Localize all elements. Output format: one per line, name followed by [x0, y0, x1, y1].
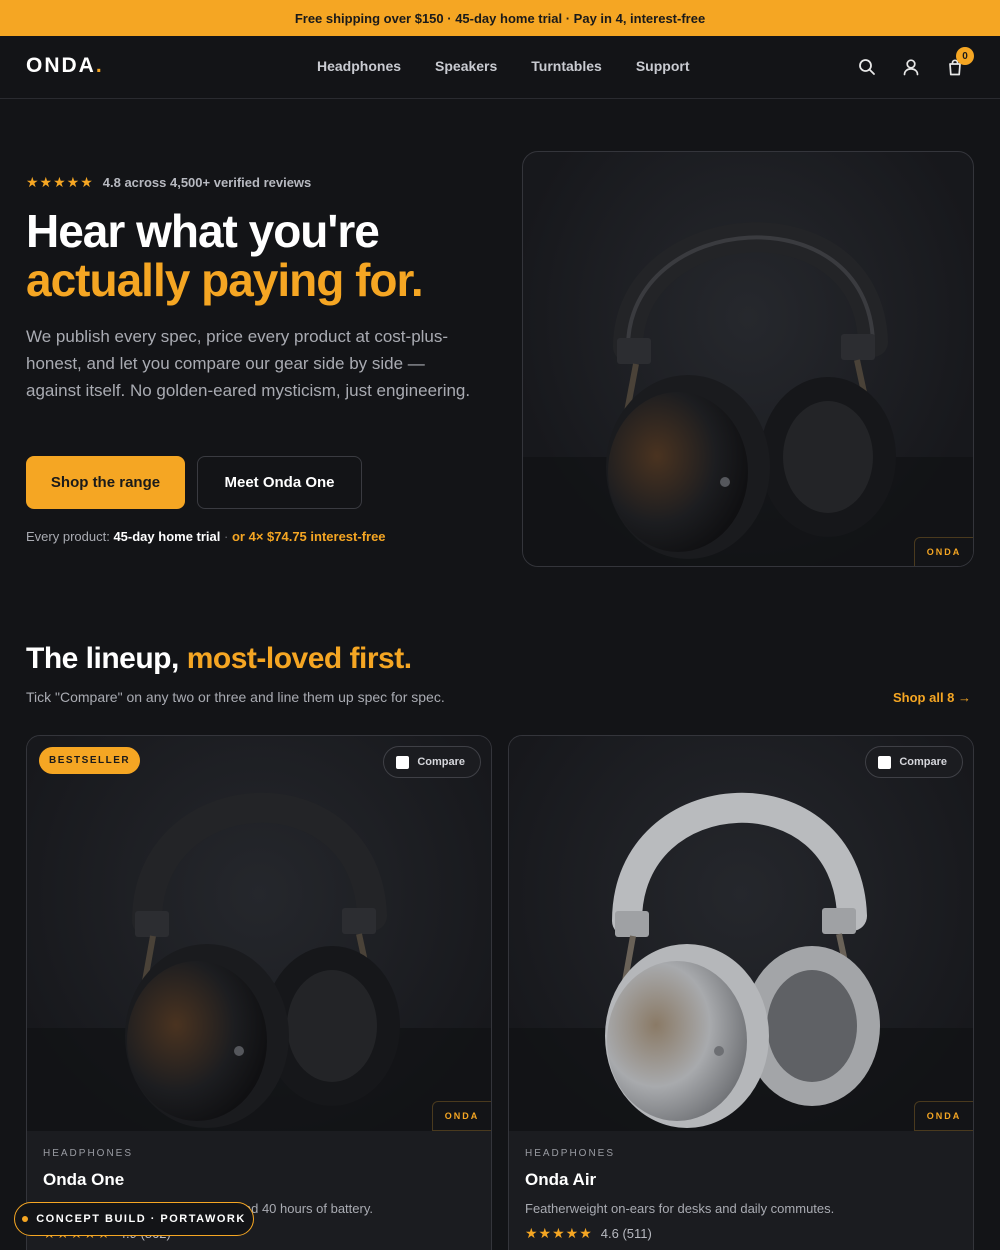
- nav-links: Headphones Speakers Turntables Support: [317, 58, 689, 74]
- concept-dot-icon: [22, 1216, 29, 1222]
- nav-link-speakers[interactable]: Speakers: [435, 58, 497, 74]
- promo-bar: Free shipping over $150 · 45-day home tr…: [0, 0, 1000, 36]
- pay-in-4-text[interactable]: or 4× $74.75 interest-free: [232, 529, 386, 544]
- product-card[interactable]: Compare ONDA HEADPHONES Onda Air Feather…: [508, 735, 974, 1250]
- compare-label: Compare: [417, 756, 465, 768]
- product-image: [27, 736, 491, 1131]
- product-card-tag: ONDA: [432, 1101, 491, 1131]
- product-category: HEADPHONES: [43, 1148, 134, 1159]
- product-description: Featherweight on-ears for desks and dail…: [525, 1201, 835, 1216]
- concept-build-badge[interactable]: CONCEPT BUILD · PORTAWORK: [14, 1202, 254, 1236]
- promo-text: Free shipping over $150 · 45-day home tr…: [294, 10, 706, 26]
- star-rating-icon: ★★★★★: [525, 1225, 593, 1241]
- lineup-subtitle: Tick "Compare" on any two or three and l…: [26, 689, 445, 705]
- product-rating-text: 4.6 (511): [600, 1226, 652, 1241]
- hero-title-line1: Hear what you're: [26, 205, 380, 257]
- compare-toggle[interactable]: Compare: [383, 746, 481, 778]
- brand-logo[interactable]: ONDA.: [26, 54, 104, 78]
- compare-toggle[interactable]: Compare: [865, 746, 963, 778]
- star-rating-icon: ★★★★★: [26, 174, 94, 190]
- lineup-title: The lineup, most-loved first.: [26, 642, 412, 676]
- trial-prefix: Every product:: [26, 529, 110, 544]
- product-card[interactable]: BESTSELLER Compare ONDA HEADPHONES Onda …: [26, 735, 492, 1250]
- trial-info: Every product: 45-day home trial · or 4×…: [26, 529, 386, 544]
- hero-card-tag: ONDA: [914, 537, 973, 566]
- hero-rating: ★★★★★ 4.8 across 4,500+ verified reviews: [26, 174, 311, 191]
- headphones-image: [523, 222, 973, 566]
- lineup-title-main: The lineup,: [26, 642, 179, 675]
- product-rating: ★★★★★ 4.6 (511): [525, 1225, 652, 1242]
- product-name[interactable]: Onda Air: [525, 1170, 596, 1190]
- headphones-image: [27, 792, 491, 1131]
- brand-name: ONDA: [26, 54, 96, 77]
- hero-title-line2: actually paying for.: [26, 254, 424, 306]
- brand-dot: .: [95, 54, 104, 77]
- product-category: HEADPHONES: [525, 1148, 616, 1159]
- product-name[interactable]: Onda One: [43, 1170, 124, 1190]
- meet-onda-one-button[interactable]: Meet Onda One: [197, 456, 362, 509]
- headphones-image: [509, 792, 973, 1131]
- hero-description: We publish every spec, price every produ…: [26, 327, 471, 400]
- nav-link-turntables[interactable]: Turntables: [531, 58, 602, 74]
- shop-range-button[interactable]: Shop the range: [26, 456, 185, 509]
- concept-build-text: CONCEPT BUILD · PORTAWORK: [36, 1213, 246, 1225]
- lineup-title-accent: most-loved first.: [186, 642, 412, 675]
- hero-rating-text: 4.8 across 4,500+ verified reviews: [102, 175, 312, 190]
- product-image: [509, 736, 973, 1131]
- compare-checkbox[interactable]: [396, 755, 410, 769]
- trial-separator: ·: [224, 529, 229, 544]
- nav-link-support[interactable]: Support: [636, 58, 690, 74]
- shop-all-link[interactable]: Shop all 8 →: [893, 690, 971, 705]
- hero-title: Hear what you're actually paying for.: [26, 207, 496, 305]
- trial-highlight: 45-day home trial: [113, 529, 221, 544]
- search-icon[interactable]: [858, 58, 876, 76]
- bestseller-badge: BESTSELLER: [39, 747, 141, 774]
- user-icon[interactable]: [902, 58, 920, 76]
- hero-product-image: ONDA: [522, 151, 974, 567]
- product-card-tag: ONDA: [914, 1101, 973, 1131]
- compare-label: Compare: [899, 756, 947, 768]
- top-nav: ONDA. Headphones Speakers Turntables Sup…: [0, 36, 1000, 99]
- cart-count-badge: 0: [956, 47, 974, 65]
- nav-link-headphones[interactable]: Headphones: [317, 58, 401, 74]
- compare-checkbox[interactable]: [878, 755, 892, 769]
